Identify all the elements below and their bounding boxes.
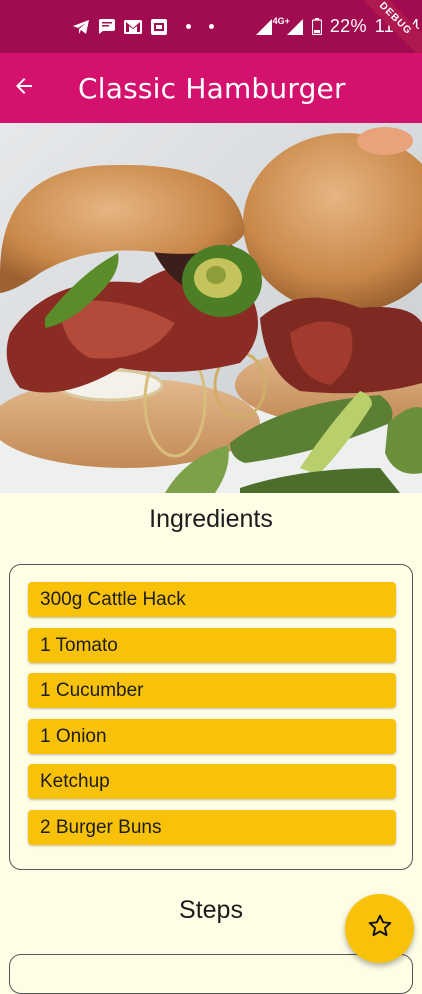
- signal-icon: [255, 18, 273, 35]
- ingredient-item: 1 Tomato: [28, 628, 396, 663]
- steps-card: [9, 954, 413, 994]
- ingredient-item: 1 Cucumber: [28, 673, 396, 708]
- notification-dot-icon: [209, 24, 214, 29]
- ingredient-item: 300g Cattle Hack: [28, 582, 396, 617]
- message-icon: [98, 19, 116, 35]
- favorite-button[interactable]: [345, 894, 414, 963]
- ingredients-card: 300g Cattle Hack 1 Tomato 1 Cucumber 1 O…: [9, 564, 413, 870]
- status-bar: 4G+ 22% 11:44 DEBUG: [0, 0, 422, 65]
- notification-dot-icon: [186, 24, 191, 29]
- back-button[interactable]: [0, 64, 48, 112]
- app-icon: [150, 18, 168, 35]
- app-bar: Classic Hamburger: [0, 53, 422, 123]
- ingredient-item: 1 Onion: [28, 719, 396, 754]
- notification-icons: [72, 18, 214, 35]
- battery-icon: [308, 18, 326, 35]
- battery-percent: 22%: [329, 16, 367, 36]
- recipe-image: [0, 123, 422, 493]
- telegram-icon: [72, 19, 90, 35]
- ingredient-item: Ketchup: [28, 764, 396, 799]
- page-title: Classic Hamburger: [78, 71, 346, 105]
- signal-icon: [286, 18, 304, 35]
- star-outline-icon: [367, 913, 393, 944]
- ingredients-heading: Ingredients: [149, 505, 273, 533]
- ingredient-item: 2 Burger Buns: [28, 810, 396, 845]
- arrow-back-icon: [12, 74, 36, 103]
- gmail-icon: [124, 19, 142, 35]
